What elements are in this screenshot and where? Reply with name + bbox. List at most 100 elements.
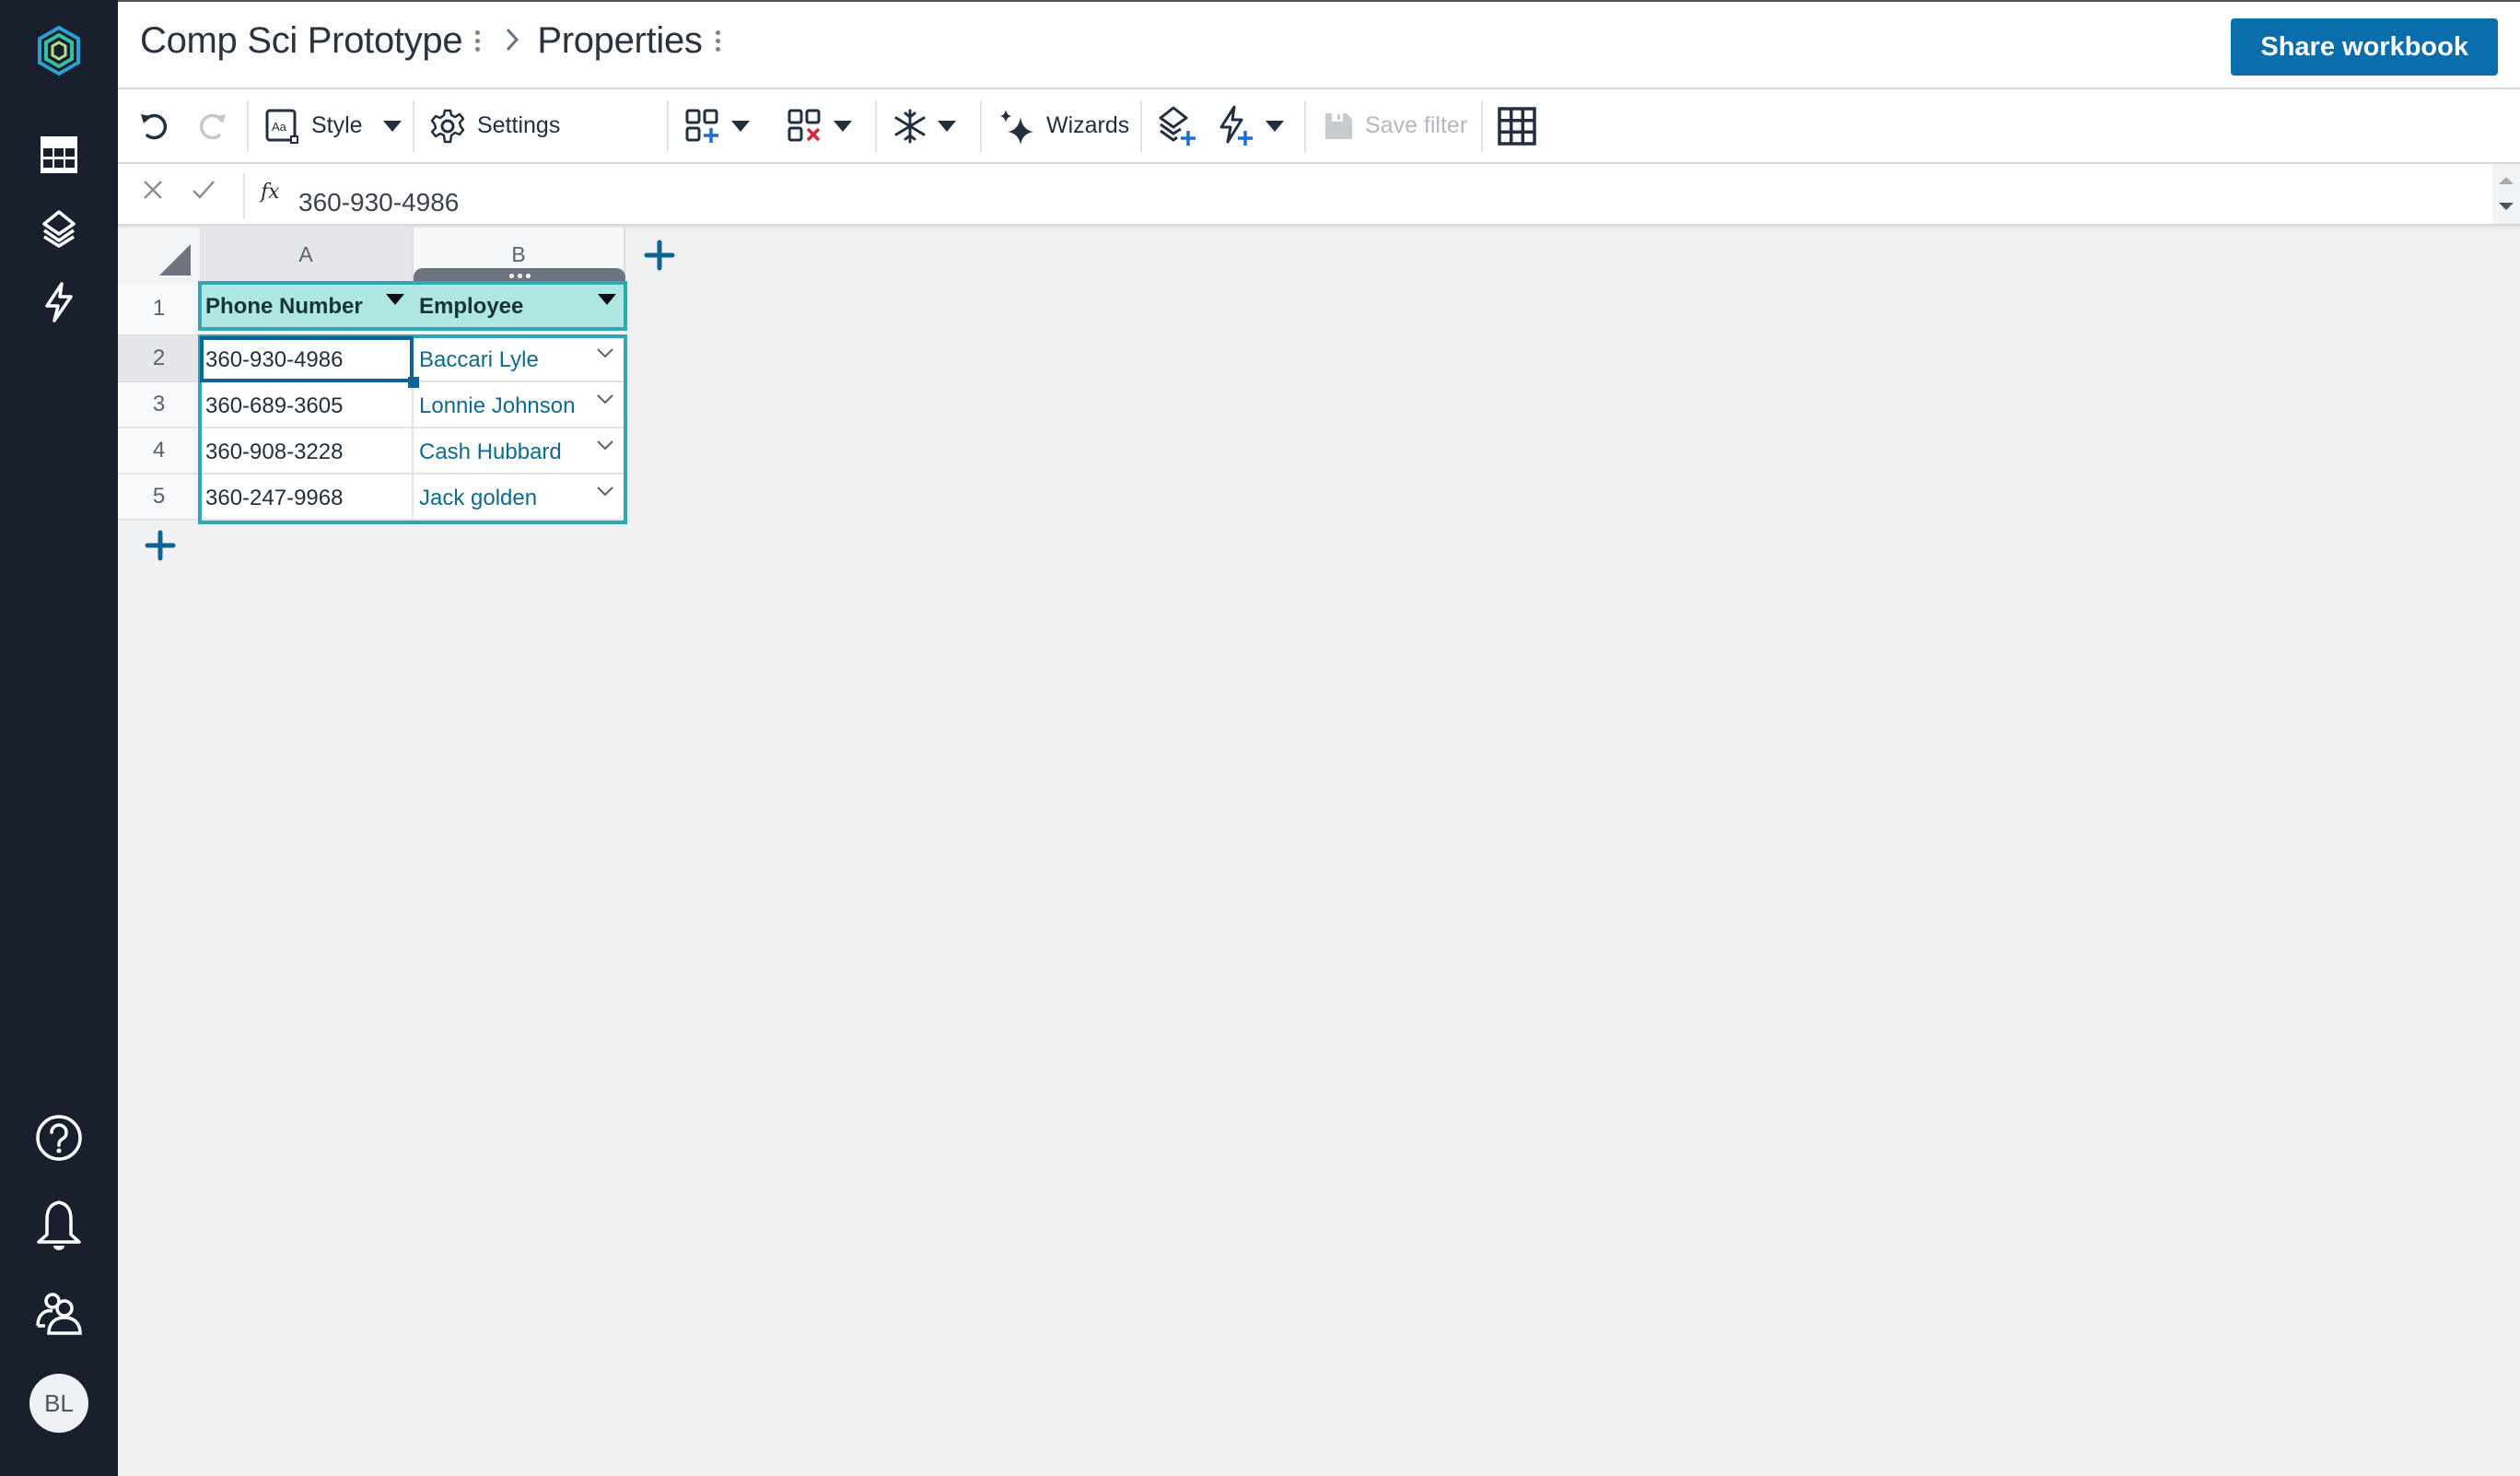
sheet-title[interactable]: Properties [537, 20, 703, 62]
hexagon-logo-icon [38, 25, 80, 76]
add-layers-icon [1159, 106, 1196, 146]
settings-button[interactable]: Settings [429, 89, 560, 162]
sidebar-item-notifications[interactable] [0, 1198, 118, 1255]
chevron-down-icon [731, 120, 750, 132]
row-header-3[interactable]: 3 [118, 382, 200, 428]
wizards-label: Wizards [1046, 112, 1130, 138]
table-header-employee[interactable]: Employee [414, 283, 625, 329]
confirm-edit-icon[interactable] [192, 177, 216, 208]
filter-dropdown-icon[interactable] [598, 294, 616, 305]
table-row-1-employee[interactable]: Baccari Lyle [414, 336, 625, 382]
toolbar-divider [1140, 100, 1142, 152]
redo-button[interactable] [197, 89, 228, 162]
share-workbook-button[interactable]: Share workbook [2231, 18, 2498, 76]
delete-blocks-icon [788, 109, 821, 141]
formula-input[interactable] [298, 188, 2141, 217]
table-row-4-employee[interactable]: Jack golden [414, 474, 625, 521]
toolbar-divider [1304, 100, 1306, 152]
user-avatar[interactable]: BL [0, 1373, 118, 1434]
table-row-1-phone[interactable]: 360-930-4986 [200, 336, 414, 382]
row-header-1[interactable]: 1 [118, 283, 200, 336]
sparkle-icon [1000, 109, 1033, 145]
layers-icon [42, 210, 76, 248]
save-disk-icon [1325, 112, 1352, 139]
chevron-down-icon[interactable] [596, 390, 614, 408]
filter-dropdown-icon[interactable] [386, 294, 404, 305]
table-row-3-phone[interactable]: 360-908-3228 [200, 428, 414, 474]
undo-button[interactable] [138, 89, 169, 162]
table-row-2-employee[interactable]: Lonnie Johnson [414, 382, 625, 428]
chevron-down-icon[interactable] [596, 344, 614, 362]
lightning-icon [45, 282, 73, 322]
style-label: Style [311, 112, 363, 138]
save-filter-button[interactable]: Save filter [1323, 89, 1467, 162]
scroll-down-icon[interactable] [2499, 203, 2514, 210]
select-all-corner[interactable] [118, 228, 200, 281]
gridlines-toggle[interactable] [1498, 89, 1536, 162]
fx-icon: fx [261, 181, 280, 204]
freeze-dropdown[interactable] [893, 89, 956, 162]
settings-label: Settings [477, 112, 561, 138]
sidebar-item-sheets[interactable] [0, 129, 118, 181]
bell-icon [37, 1201, 81, 1250]
sheet-menu-icon[interactable] [715, 30, 720, 52]
add-data-button[interactable] [1157, 89, 1197, 162]
insert-blocks-dropdown[interactable] [685, 89, 750, 162]
avatar-initials: BL [29, 1374, 88, 1433]
sidebar-item-automations[interactable] [0, 276, 118, 328]
fill-handle[interactable] [408, 377, 419, 388]
table-row-4-phone[interactable]: 360-247-9968 [200, 474, 414, 521]
toolbar-divider [413, 100, 414, 152]
chevron-down-icon[interactable] [596, 436, 614, 454]
users-icon [36, 1293, 82, 1335]
add-blocks-icon [685, 109, 718, 143]
table-grid-icon [41, 136, 77, 173]
formula-divider [243, 173, 245, 219]
formula-scrollbar[interactable] [2492, 164, 2520, 224]
plus-icon [644, 240, 675, 271]
header-label: Employee [419, 294, 524, 319]
workbook-menu-icon[interactable] [475, 30, 481, 52]
employee-value: Jack golden [419, 486, 538, 510]
app-logo[interactable] [0, 20, 118, 81]
chevron-down-icon [382, 120, 402, 132]
wizards-button[interactable]: Wizards [998, 89, 1129, 162]
sidebar-item-sharing[interactable] [0, 1285, 118, 1342]
employee-value: Lonnie Johnson [419, 393, 576, 418]
row-header-2[interactable]: 2 [118, 336, 200, 382]
gear-icon [430, 109, 465, 143]
toolbar: Aa Style Settings Wizards Save filter [118, 89, 2520, 164]
save-filter-label: Save filter [1365, 112, 1468, 138]
add-automation-icon [1219, 105, 1253, 146]
toolbar-divider [875, 100, 877, 152]
add-row-button[interactable] [142, 527, 179, 564]
employee-value: Baccari Lyle [419, 347, 539, 372]
column-drag-handle[interactable] [414, 268, 625, 283]
scroll-up-icon[interactable] [2499, 177, 2514, 184]
toolbar-divider [247, 100, 249, 152]
breadcrumb: Comp Sci Prototype Properties [140, 20, 737, 62]
add-column-button[interactable] [641, 237, 678, 274]
header-label: Phone Number [205, 294, 363, 319]
style-dropdown[interactable]: Aa Style [265, 89, 402, 162]
freeze-snowflake-icon [894, 109, 926, 143]
column-header-a[interactable]: A [200, 228, 414, 281]
workbook-header: Comp Sci Prototype Properties Share work… [118, 0, 2520, 89]
chevron-down-icon [1266, 120, 1284, 132]
plus-icon [145, 530, 176, 561]
add-automation-dropdown[interactable] [1218, 89, 1284, 162]
chevron-down-icon[interactable] [596, 482, 614, 500]
workbook-title[interactable]: Comp Sci Prototype [140, 20, 463, 62]
table-row-2-phone[interactable]: 360-689-3605 [200, 382, 414, 428]
grid-icon [1498, 106, 1536, 146]
sidebar-item-data[interactable] [0, 203, 118, 254]
table-row-3-employee[interactable]: Cash Hubbard [414, 428, 625, 474]
cancel-edit-icon[interactable] [142, 177, 164, 208]
sidebar-item-help[interactable] [0, 1110, 118, 1166]
delete-blocks-dropdown[interactable] [788, 89, 852, 162]
toolbar-divider [667, 100, 669, 152]
row-header-4[interactable]: 4 [118, 428, 200, 474]
row-header-5[interactable]: 5 [118, 474, 200, 521]
breadcrumb-chevron-icon [504, 20, 520, 62]
table-header-phone-number[interactable]: Phone Number [200, 283, 414, 329]
